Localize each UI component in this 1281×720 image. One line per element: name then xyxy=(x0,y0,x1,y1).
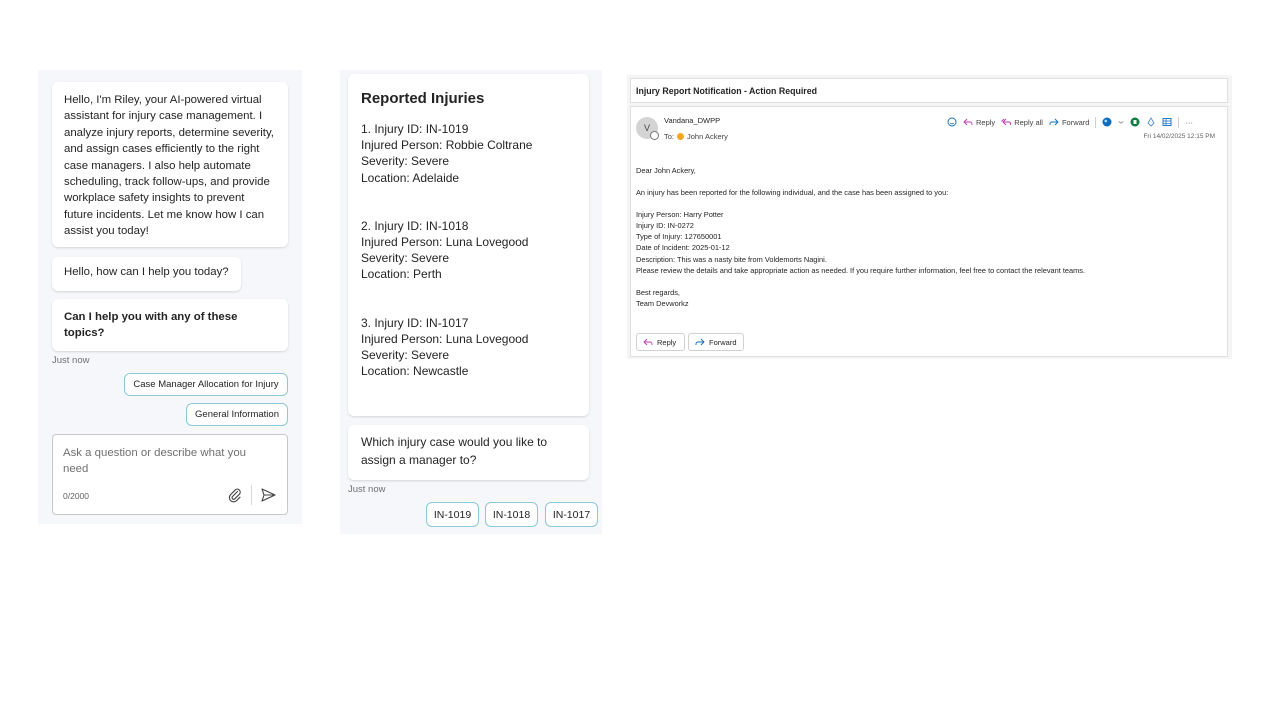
table-view-icon[interactable] xyxy=(1162,117,1172,127)
footer-reply-button[interactable]: Reply xyxy=(636,333,685,351)
suggestion-general-information[interactable]: General Information xyxy=(186,403,288,426)
email-panel: Injury Report Notification - Action Requ… xyxy=(627,75,1232,359)
email-intro: An injury has been reported for the foll… xyxy=(636,188,949,198)
injury-severity: Severity: Severe xyxy=(361,251,450,266)
forward-icon xyxy=(1049,118,1059,126)
to-label: To: xyxy=(664,132,675,141)
bot-intro-message: Hello, I'm Riley, your AI-powered virtua… xyxy=(52,82,288,247)
more-options-icon[interactable]: ··· xyxy=(1185,118,1193,127)
reported-injuries-card: Reported Injuries 1. Injury ID: IN-1019 … xyxy=(348,74,589,416)
reply-label: Reply xyxy=(976,117,996,127)
detail-description: Description: This was a nasty bite from … xyxy=(636,254,827,264)
bot-topics-message: Can I help you with any of these topics? xyxy=(52,299,288,351)
bot-question-message: Which injury case would you like to assi… xyxy=(348,425,589,480)
injured-person: Injured Person: Luna Lovegood xyxy=(361,331,529,346)
option-in-1018[interactable]: IN-1018 xyxy=(485,502,538,527)
chevron-down-icon[interactable] xyxy=(1118,117,1125,127)
injury-id: 2. Injury ID: IN-1018 xyxy=(361,218,469,233)
injury-location: Location: Newcastle xyxy=(361,364,469,379)
message-timestamp: Just now xyxy=(52,355,90,366)
reply-button[interactable]: Reply xyxy=(963,117,995,127)
email-message: V Vandana_DWPP To: John Ackery Reply Rep… xyxy=(630,106,1228,357)
email-date: Fri 14/02/2025 12:15 PM xyxy=(1143,133,1215,140)
addin-icon[interactable] xyxy=(1130,117,1140,127)
email-closing: Best regards, xyxy=(636,287,680,297)
injury-item: 1. Injury ID: IN-1019 Injured Person: Ro… xyxy=(361,121,576,186)
option-in-1019[interactable]: IN-1019 xyxy=(426,502,479,527)
reply-all-icon xyxy=(1001,118,1012,126)
sender-name[interactable]: Vandana_DWPP xyxy=(664,116,720,125)
reply-all-button[interactable]: Reply all xyxy=(1001,117,1043,127)
detail-instructions: Please review the details and take appro… xyxy=(636,265,1086,275)
send-icon[interactable] xyxy=(259,486,277,504)
email-toolbar: Reply Reply all Forward ··· xyxy=(947,115,1193,129)
card-title: Reported Injuries xyxy=(361,90,485,107)
emoji-react-icon[interactable] xyxy=(947,117,957,127)
injured-person: Injured Person: Luna Lovegood xyxy=(361,235,529,250)
detail-injury-type: Type of Injury: 127650001 xyxy=(636,232,722,242)
detail-incident-date: Date of Incident: 2025-01-12 xyxy=(636,243,730,253)
chat-input-box[interactable]: Ask a question or describe what you need… xyxy=(52,434,288,515)
presence-status-icon xyxy=(650,131,659,140)
reply-icon xyxy=(963,118,973,126)
injured-person: Injured Person: Robbie Coltrane xyxy=(361,138,533,153)
injury-id: 3. Injury ID: IN-1017 xyxy=(361,315,469,330)
email-signature: Team Devworkz xyxy=(636,298,689,308)
footer-forward-button[interactable]: Forward xyxy=(688,333,744,351)
injury-list-panel: Reported Injuries 1. Injury ID: IN-1019 … xyxy=(340,70,602,534)
forward-button[interactable]: Forward xyxy=(1049,117,1090,127)
option-in-1017[interactable]: IN-1017 xyxy=(545,502,598,527)
email-subject: Injury Report Notification - Action Requ… xyxy=(630,78,1228,103)
detail-injury-person: Injury Person: Harry Potter xyxy=(636,210,724,220)
toolbar-divider xyxy=(1178,116,1180,128)
loop-icon[interactable] xyxy=(1146,117,1156,127)
footer-forward-label: Forward xyxy=(709,337,737,347)
detail-injury-id: Injury ID: IN-0272 xyxy=(636,221,694,231)
character-counter: 0/2000 xyxy=(63,491,89,501)
presence-away-icon xyxy=(677,133,685,140)
injury-item: 3. Injury ID: IN-1017 Injured Person: Lu… xyxy=(361,315,576,380)
injury-location: Location: Adelaide xyxy=(361,170,460,185)
injury-location: Location: Perth xyxy=(361,267,442,282)
suggestion-case-manager-allocation[interactable]: Case Manager Allocation for Injury xyxy=(124,373,288,396)
viva-insights-icon[interactable] xyxy=(1102,117,1112,127)
forward-icon xyxy=(695,338,705,346)
message-timestamp: Just now xyxy=(348,484,386,495)
email-body-text: Dear John Ackery, An injury has been rep… xyxy=(636,165,1221,309)
input-divider xyxy=(251,485,252,505)
injury-severity: Severity: Severe xyxy=(361,154,450,169)
injury-item: 2. Injury ID: IN-1018 Injured Person: Lu… xyxy=(361,218,576,283)
reply-all-label: Reply all xyxy=(1014,117,1043,127)
reply-icon xyxy=(643,338,653,346)
chat-input-placeholder[interactable]: Ask a question or describe what you need xyxy=(63,445,263,477)
forward-label: Forward xyxy=(1061,117,1090,127)
footer-reply-label: Reply xyxy=(657,337,677,347)
injury-severity: Severity: Severe xyxy=(361,348,450,363)
email-greeting: Dear John Ackery, xyxy=(636,166,696,175)
injury-id: 1. Injury ID: IN-1019 xyxy=(361,122,469,136)
paperclip-icon[interactable] xyxy=(227,487,243,503)
toolbar-divider xyxy=(1095,116,1097,128)
recipient-line: To: John Ackery xyxy=(664,132,728,141)
bot-greeting-message: Hello, how can I help you today? xyxy=(52,257,241,291)
recipient-name[interactable]: John Ackery xyxy=(687,132,728,141)
chat-panel: Hello, I'm Riley, your AI-powered virtua… xyxy=(38,70,302,524)
